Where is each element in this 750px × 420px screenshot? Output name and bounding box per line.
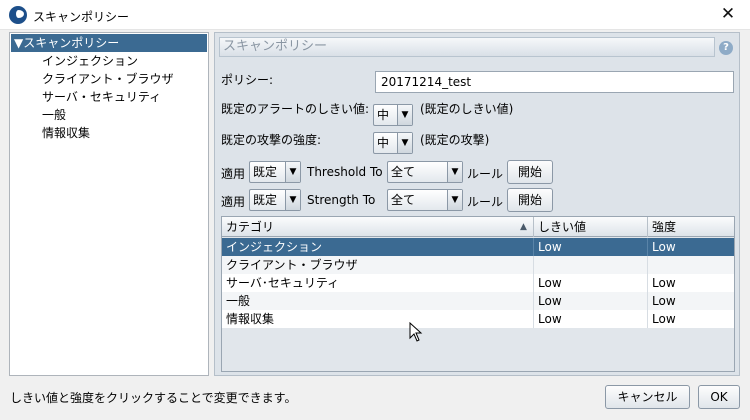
column-header-threshold[interactable]: しきい値 — [534, 217, 648, 237]
strength-start-button[interactable]: 開始 — [507, 188, 553, 212]
table-row[interactable]: 情報収集 Low Low — [222, 310, 734, 328]
alert-threshold-value: 中 — [377, 108, 390, 122]
strength-from-value: 既定 — [253, 193, 278, 207]
column-header-category[interactable]: カテゴリ — [222, 217, 534, 237]
threshold-cell[interactable] — [534, 256, 648, 274]
threshold-start-button[interactable]: 開始 — [507, 160, 553, 184]
panel-header: スキャンポリシー — [219, 37, 715, 57]
table-row[interactable]: サーバ･セキュリティ Low Low — [222, 274, 734, 292]
strength-apply-label: 適用 — [221, 195, 246, 209]
cancel-button[interactable]: キャンセル — [605, 385, 690, 409]
threshold-apply-label: 適用 — [221, 167, 246, 181]
tree-item-scan-policy[interactable]: ▼スキャンポリシー — [11, 34, 207, 52]
app-icon — [9, 6, 27, 24]
threshold-to-select[interactable]: 全て ▼ — [387, 161, 463, 183]
attack-strength-select[interactable]: 中 ▼ — [373, 132, 413, 154]
sort-ascending-icon: ▲ — [520, 222, 527, 232]
tree-item-injection[interactable]: インジェクション — [42, 52, 138, 70]
alert-threshold-select[interactable]: 中 ▼ — [373, 104, 413, 126]
chevron-down-icon: ▼ — [397, 133, 412, 153]
category-cell: サーバ･セキュリティ — [222, 274, 534, 292]
threshold-cell[interactable]: Low — [534, 238, 648, 256]
strength-to-select[interactable]: 全て ▼ — [387, 189, 463, 211]
threshold-cell[interactable]: Low — [534, 310, 648, 328]
threshold-cell[interactable]: Low — [534, 274, 648, 292]
mouse-cursor-icon — [409, 322, 423, 342]
strength-rule-label: ルール — [467, 195, 504, 209]
category-table: カテゴリ ▲ しきい値 強度 インジェクション Low Low クライアント・ブ… — [221, 216, 735, 372]
column-header-category-label: カテゴリ — [226, 220, 275, 234]
tree-item-client-browser[interactable]: クライアント・ブラウザ — [42, 70, 174, 88]
threshold-cell[interactable]: Low — [534, 292, 648, 310]
title-bar: スキャンポリシー ✕ — [0, 0, 750, 30]
strength-cell[interactable] — [648, 256, 734, 274]
close-icon[interactable]: ✕ — [716, 3, 740, 25]
ok-button[interactable]: OK — [698, 385, 740, 409]
policy-panel: スキャンポリシー ? ポリシー: 20171214_test 既定のアラートのし… — [214, 32, 740, 376]
attack-strength-label: 既定の攻撃の強度: — [221, 133, 322, 147]
table-row[interactable]: クライアント・ブラウザ — [222, 256, 734, 274]
policy-tree: ▼スキャンポリシー インジェクション クライアント・ブラウザ サーバ・セキュリテ… — [9, 32, 209, 376]
help-icon[interactable]: ? — [719, 41, 733, 55]
strength-from-select[interactable]: 既定 ▼ — [249, 189, 301, 211]
chevron-down-icon: ▼ — [397, 105, 412, 125]
strength-to-value: 全て — [391, 193, 416, 207]
category-cell: クライアント・ブラウザ — [222, 256, 534, 274]
strength-to-label: Strength To — [307, 193, 376, 207]
table-header: カテゴリ ▲ しきい値 強度 — [222, 217, 734, 237]
threshold-rule-label: ルール — [467, 167, 504, 181]
category-cell: 情報収集 — [222, 310, 534, 328]
chevron-down-icon: ▼ — [447, 190, 462, 210]
status-hint: しきい値と強度をクリックすることで変更できます。 — [10, 391, 297, 405]
tree-item-general[interactable]: 一般 — [42, 106, 66, 124]
chevron-down-icon: ▼ — [447, 162, 462, 182]
tree-item-info-gathering[interactable]: 情報収集 — [42, 124, 90, 142]
policy-label: ポリシー: — [221, 73, 274, 87]
threshold-from-select[interactable]: 既定 ▼ — [249, 161, 301, 183]
strength-cell[interactable]: Low — [648, 274, 734, 292]
strength-cell[interactable]: Low — [648, 238, 734, 256]
chevron-down-icon: ▼ — [285, 162, 300, 182]
strength-cell[interactable]: Low — [648, 292, 734, 310]
category-cell: インジェクション — [222, 238, 534, 256]
strength-cell[interactable]: Low — [648, 310, 734, 328]
column-header-strength[interactable]: 強度 — [648, 217, 734, 237]
table-row[interactable]: 一般 Low Low — [222, 292, 734, 310]
threshold-to-value: 全て — [391, 165, 416, 179]
table-body: インジェクション Low Low クライアント・ブラウザ サーバ･セキュリティ … — [222, 238, 734, 328]
attack-strength-value: 中 — [377, 136, 390, 150]
table-row[interactable]: インジェクション Low Low — [222, 238, 734, 256]
window-title: スキャンポリシー — [33, 10, 130, 24]
chevron-down-icon: ▼ — [285, 190, 300, 210]
policy-name-input[interactable]: 20171214_test — [375, 71, 734, 93]
alert-threshold-label: 既定のアラートのしきい値: — [221, 102, 370, 116]
category-cell: 一般 — [222, 292, 534, 310]
threshold-from-value: 既定 — [253, 165, 278, 179]
threshold-to-label: Threshold To — [307, 165, 383, 179]
alert-threshold-note: (既定のしきい値) — [420, 102, 514, 116]
attack-strength-note: (既定の攻撃) — [420, 133, 490, 147]
tree-item-server-security[interactable]: サーバ・セキュリティ — [42, 88, 161, 106]
